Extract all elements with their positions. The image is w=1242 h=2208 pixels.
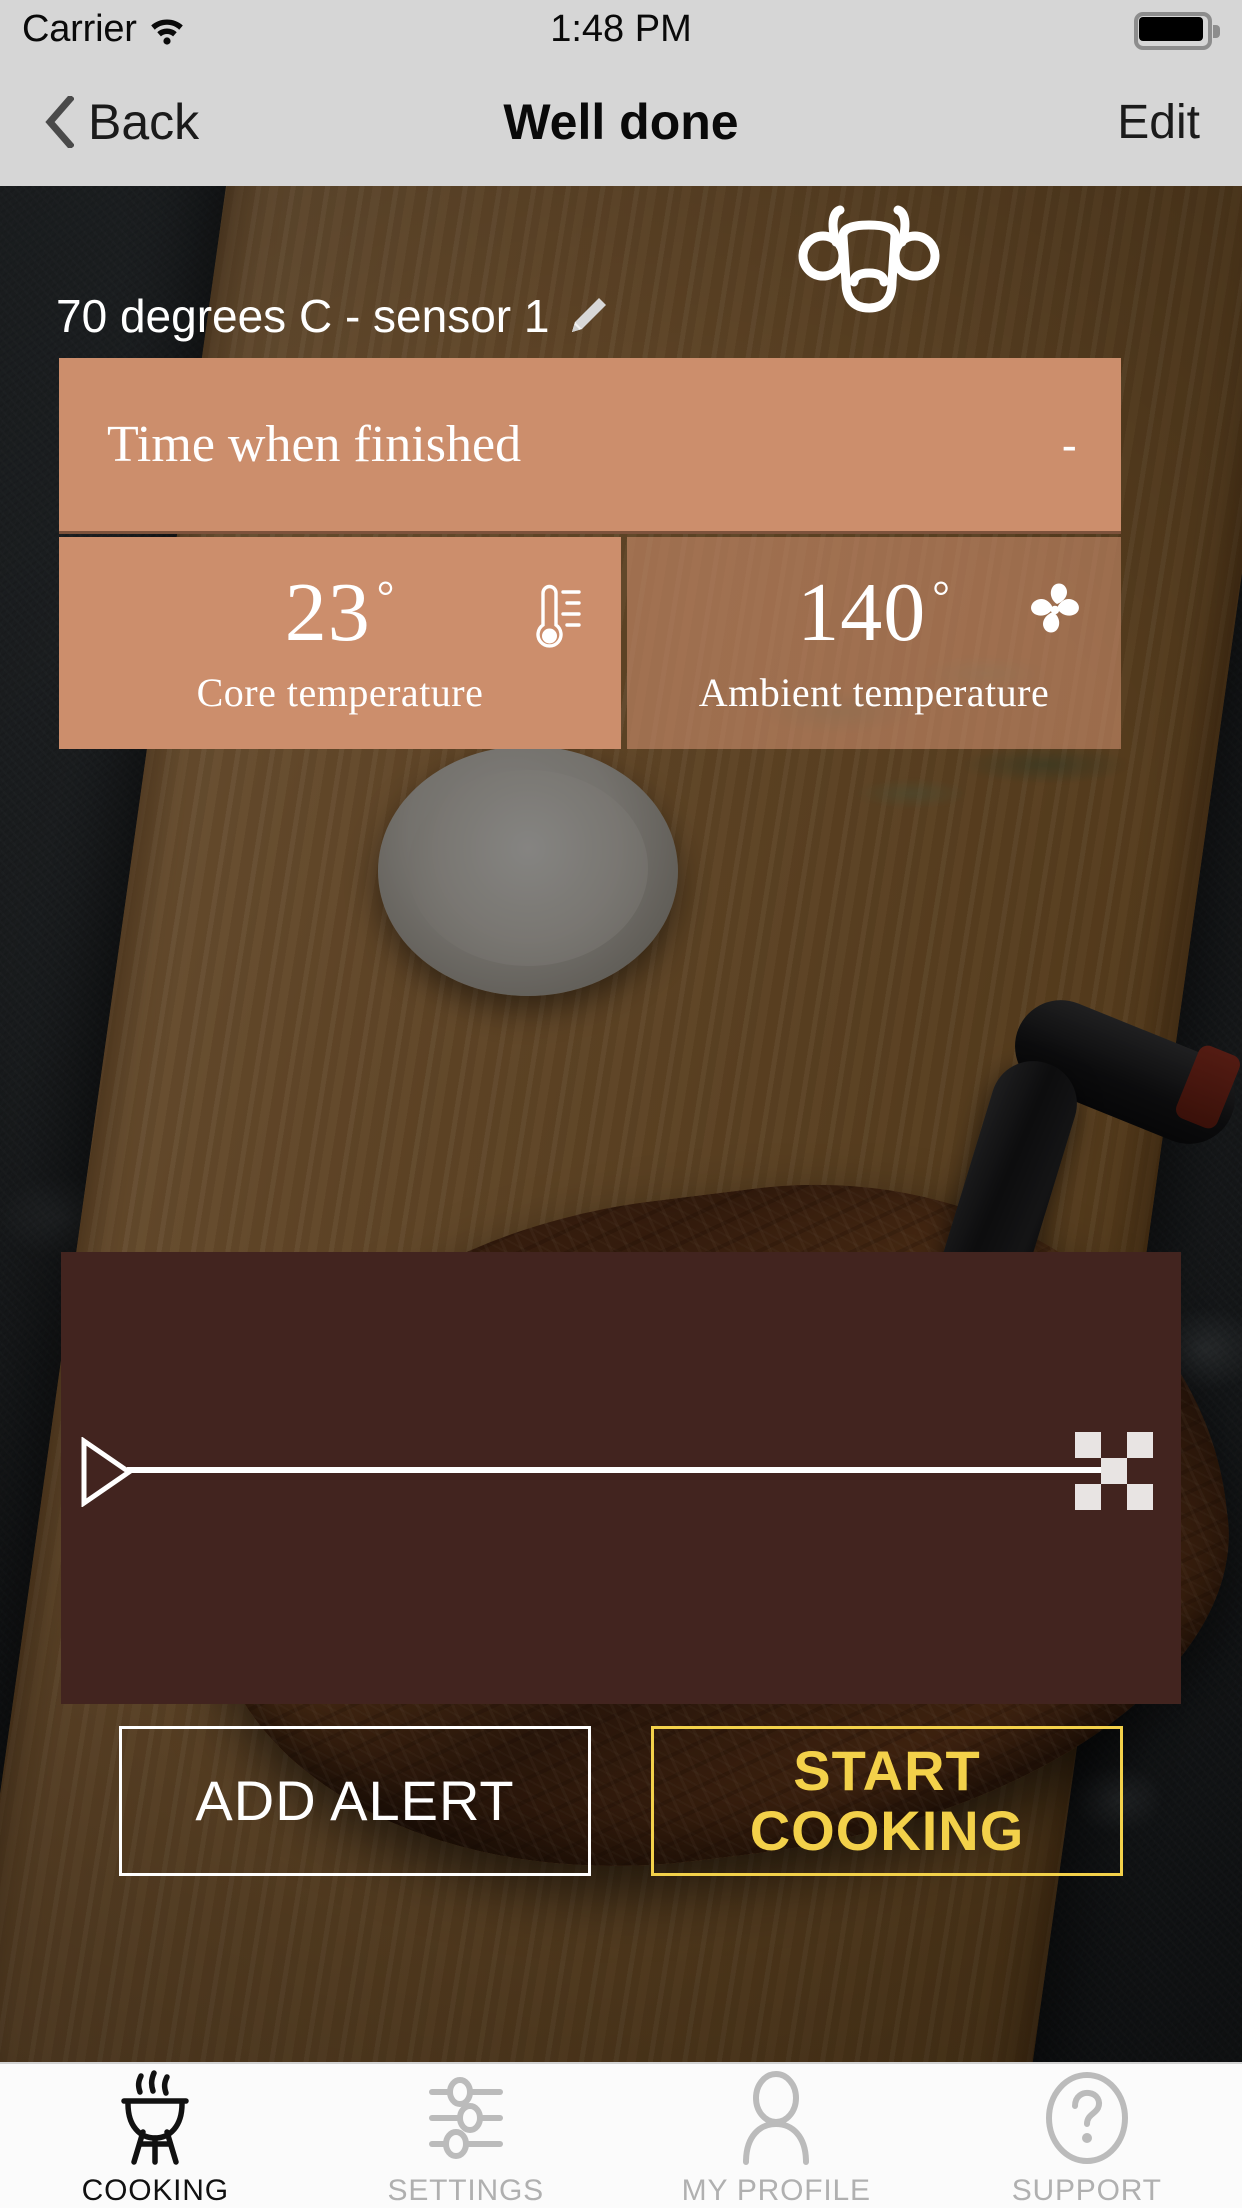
time-when-finished-value: - bbox=[1061, 418, 1077, 471]
page-title: Well done bbox=[503, 94, 739, 150]
core-temperature-degree: ° bbox=[376, 572, 396, 621]
battery-cap bbox=[1213, 25, 1220, 38]
thermometer-icon bbox=[536, 584, 581, 648]
cow-head-icon bbox=[798, 205, 940, 313]
add-alert-label: ADD ALERT bbox=[195, 1769, 515, 1832]
person-icon bbox=[743, 2071, 810, 2165]
main-content: 70 degrees C - sensor 1 Time when finish… bbox=[0, 186, 1242, 2062]
fan-icon bbox=[1031, 583, 1079, 633]
action-buttons: ADD ALERT START COOKING bbox=[0, 1726, 1242, 1896]
tab-my-profile[interactable]: MY PROFILE bbox=[621, 2064, 932, 2208]
core-temperature-caption: Core temperature bbox=[196, 670, 484, 715]
time-when-finished-label: Time when finished bbox=[107, 415, 522, 473]
tab-my-profile-label: MY PROFILE bbox=[681, 2174, 871, 2207]
core-temperature-value-wrap: 23 ° bbox=[285, 571, 396, 655]
pencil-icon[interactable] bbox=[566, 294, 610, 338]
ambient-temperature-caption: Ambient temperature bbox=[698, 670, 1050, 715]
time-when-finished-panel[interactable]: Time when finished - bbox=[59, 358, 1121, 534]
checkered-flag-icon bbox=[1075, 1432, 1153, 1510]
cooking-timeline-panel[interactable] bbox=[61, 1252, 1181, 1704]
question-circle-icon bbox=[1045, 2072, 1128, 2164]
core-temperature-card[interactable]: 23 ° Core temperature bbox=[59, 537, 621, 749]
start-cooking-line1: START bbox=[793, 1739, 981, 1802]
app-screen: Carrier 1:48 PM Back Well done Edit 70 d… bbox=[0, 0, 1242, 2208]
grill-icon bbox=[121, 2070, 189, 2165]
edit-button[interactable]: Edit bbox=[1117, 58, 1200, 186]
core-temperature-value: 23 bbox=[284, 566, 371, 659]
ambient-temperature-degree: ° bbox=[932, 572, 951, 621]
tab-bar: COOKING SETTINGS MY PROFILE SUPPORT bbox=[0, 2062, 1242, 2208]
tab-settings[interactable]: SETTINGS bbox=[311, 2064, 622, 2208]
tab-support-label: SUPPORT bbox=[1011, 2174, 1162, 2207]
tab-support[interactable]: SUPPORT bbox=[932, 2064, 1242, 2208]
tab-cooking[interactable]: COOKING bbox=[0, 2064, 311, 2208]
battery-fill bbox=[1139, 17, 1203, 41]
ambient-temperature-value-wrap: 140 ° bbox=[797, 571, 951, 655]
timeline-track[interactable] bbox=[127, 1467, 1127, 1473]
status-bar: Carrier 1:48 PM bbox=[0, 0, 1242, 58]
tab-cooking-label: COOKING bbox=[81, 2174, 229, 2207]
ambient-temperature-value: 140 bbox=[797, 566, 927, 659]
status-bar-time: 1:48 PM bbox=[550, 8, 692, 50]
start-cooking-label: START COOKING bbox=[750, 1741, 1025, 1861]
nav-bar: Back Well done Edit bbox=[0, 58, 1242, 186]
sliders-icon bbox=[428, 2077, 503, 2159]
temperature-cards-row: 23 ° Core temperature 140 ° Ambient temp… bbox=[59, 537, 1121, 749]
battery-full-icon bbox=[1134, 12, 1220, 50]
ambient-temperature-card[interactable]: 140 ° Ambient temperature bbox=[627, 537, 1121, 749]
start-cooking-button[interactable]: START COOKING bbox=[651, 1726, 1123, 1876]
sensor-name-row[interactable]: 70 degrees C - sensor 1 bbox=[56, 288, 610, 344]
add-alert-button[interactable]: ADD ALERT bbox=[119, 1726, 591, 1876]
start-cooking-line2: COOKING bbox=[749, 1799, 1025, 1862]
tab-settings-label: SETTINGS bbox=[387, 2174, 544, 2207]
sensor-name-label: 70 degrees C - sensor 1 bbox=[56, 290, 550, 342]
